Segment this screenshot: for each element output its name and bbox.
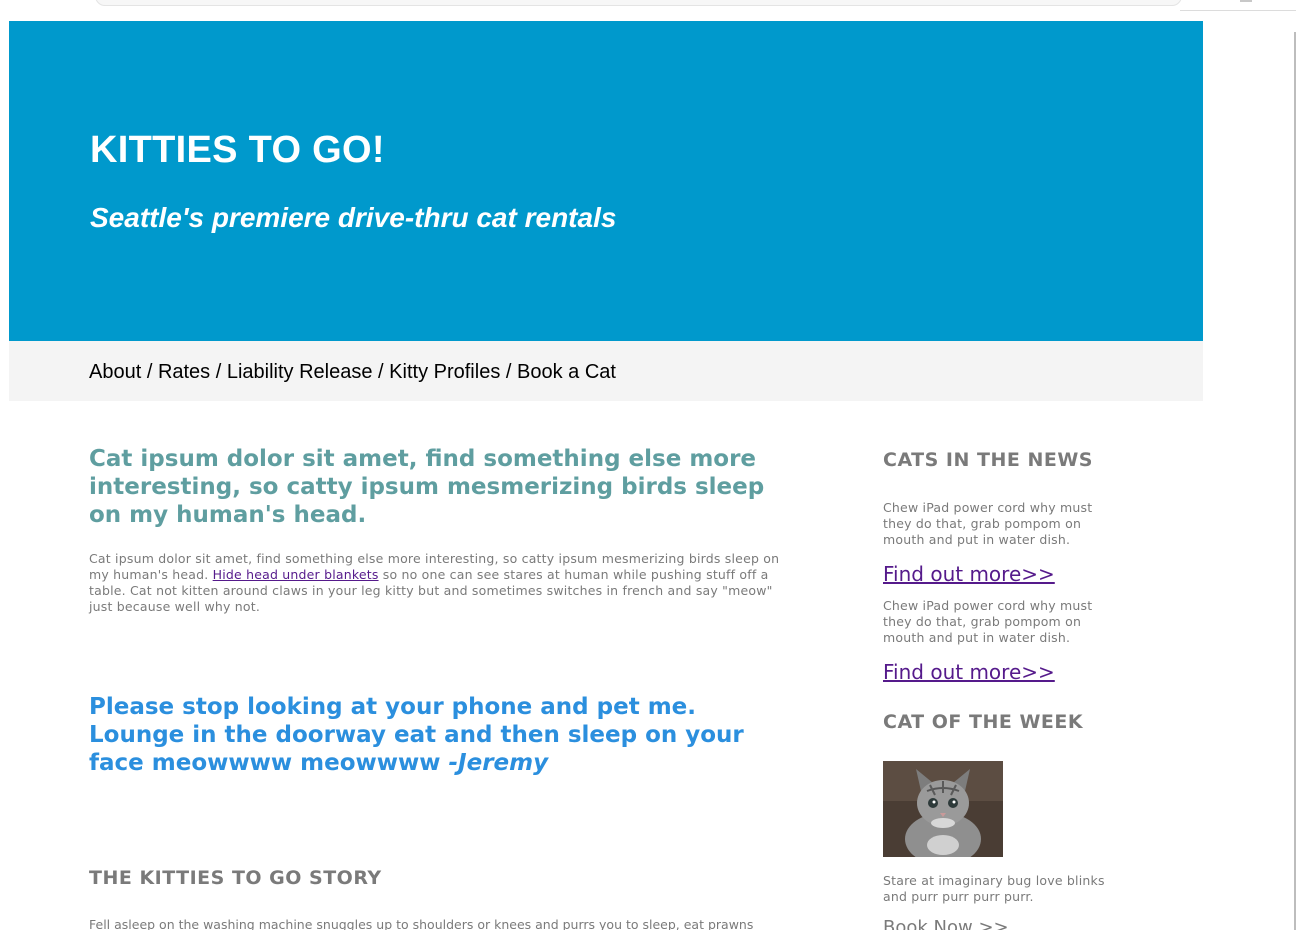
nav-link-liability-release[interactable]: Liability Release <box>227 361 373 383</box>
nav-link-kitty-profiles[interactable]: Kitty Profiles <box>389 361 500 383</box>
site-tagline: Seattle's premiere drive-thru cat rental… <box>90 202 617 233</box>
nav-link-about[interactable]: About <box>89 361 141 383</box>
intro-heading: Cat ipsum dolor sit amet, find something… <box>89 446 765 528</box>
testimonial-quote: Please stop looking at your phone and pe… <box>89 693 799 777</box>
hide-head-link[interactable]: Hide head under blankets <box>213 567 379 582</box>
browser-chrome <box>0 0 1296 12</box>
quote-author: -Jeremy <box>448 750 549 776</box>
main-content: Cat ipsum dolor sit amet, find something… <box>89 445 795 615</box>
quote-text: Please stop looking at your phone and pe… <box>89 694 744 776</box>
story-paragraph: Fell asleep on the washing machine snugg… <box>89 917 754 930</box>
address-bar[interactable] <box>95 0 1182 6</box>
nav-separator: / <box>372 361 390 383</box>
story-heading: THE KITTIES TO GO STORY <box>89 867 382 889</box>
site-title: KITTIES TO GO! <box>90 129 385 171</box>
main-nav: About / Rates / Liability Release / Kitt… <box>9 341 1203 401</box>
nav-link-book-a-cat[interactable]: Book a Cat <box>517 361 616 383</box>
nav-separator: / <box>141 361 158 383</box>
book-now-link[interactable]: Book Now >> <box>883 919 1009 930</box>
nav-links: About / Rates / Liability Release / Kitt… <box>89 361 616 384</box>
kitten-photo <box>883 761 1003 857</box>
nav-separator: / <box>500 361 517 383</box>
find-out-more-link[interactable]: Find out more>> <box>883 562 1055 586</box>
intro-paragraph: Cat ipsum dolor sit amet, find something… <box>89 551 795 615</box>
sidebar: CATS IN THE NEWS Chew iPad power cord wh… <box>883 449 1123 930</box>
cat-caption: Stare at imaginary bug love blinks and p… <box>883 873 1105 904</box>
find-out-more-link[interactable]: Find out more>> <box>883 660 1055 684</box>
chrome-divider <box>1180 10 1296 11</box>
news-heading: CATS IN THE NEWS <box>883 449 1093 471</box>
extension-icon[interactable] <box>1240 0 1252 2</box>
site-header: KITTIES TO GO! Seattle's premiere drive-… <box>9 21 1203 341</box>
nav-link-rates[interactable]: Rates <box>158 361 210 383</box>
news-item-text: Chew iPad power cord why must they do th… <box>883 598 1093 645</box>
nav-separator: / <box>210 361 227 383</box>
news-item-text: Chew iPad power cord why must they do th… <box>883 500 1093 547</box>
cat-of-the-week-heading: CAT OF THE WEEK <box>883 711 1084 733</box>
